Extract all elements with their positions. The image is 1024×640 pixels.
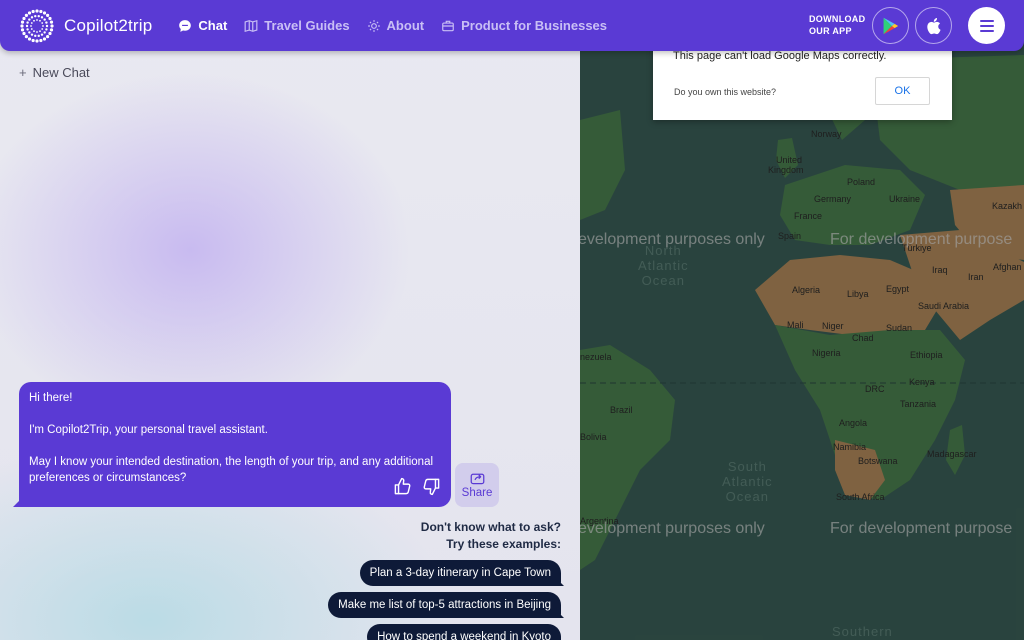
share-button[interactable]: Share: [455, 463, 499, 507]
assistant-greeting: Hi there!: [29, 392, 73, 404]
suggestions-title: Don't know what to ask? Try these exampl…: [420, 520, 561, 551]
google-play-icon: [883, 17, 899, 34]
chat-panel: + New Chat Hi there! I'm Copilot2Trip, y…: [0, 0, 580, 640]
new-chat-button[interactable]: + New Chat: [19, 65, 90, 80]
chip-tail: [554, 576, 564, 586]
sun-icon: [367, 19, 380, 32]
hamburger-icon: [979, 19, 994, 32]
dialog-message: This page can't load Google Maps correct…: [673, 50, 887, 62]
map-panel[interactable]: North Atlantic Ocean South Atlantic Ocean So…: [580, 0, 1024, 640]
nav-item-travel-guides[interactable]: Travel Guides: [244, 18, 350, 33]
suggestion-chip[interactable]: Make me list of top-5 attractions in Bei…: [328, 592, 561, 618]
share-icon: [470, 473, 484, 485]
nav-item-about[interactable]: About: [367, 18, 424, 33]
assistant-intro: I'm Copilot2Trip, your personal travel a…: [29, 424, 268, 436]
thumbs-up-icon[interactable]: [393, 477, 412, 501]
nav-item-product-for-businesses[interactable]: Product for Businesses: [441, 18, 607, 33]
hamburger-menu-button[interactable]: [968, 7, 1005, 44]
nav-item-chat[interactable]: Chat: [178, 18, 227, 33]
suggestion-chip[interactable]: Plan a 3-day itinerary in Cape Town: [359, 560, 561, 586]
main-nav: Chat Travel Guides About Product for Bus…: [178, 18, 624, 33]
apple-icon: [927, 17, 941, 34]
assistant-message-bubble: Hi there! I'm Copilot2Trip, your persona…: [19, 382, 451, 507]
chat-bubble-icon: [179, 19, 192, 32]
dialog-question: Do you own this website?: [674, 87, 777, 97]
share-label: Share: [461, 487, 493, 499]
logo-sunburst-icon: [20, 8, 54, 43]
top-header: Copilot2trip Chat Travel Guides About Pr…: [0, 0, 1024, 51]
map-icon: [244, 19, 258, 32]
bubble-tail: [13, 495, 25, 507]
assistant-question: May I know your intended destination, th…: [29, 456, 434, 484]
app-store-button[interactable]: [915, 7, 952, 44]
chip-tail: [554, 608, 564, 618]
new-chat-label: New Chat: [32, 65, 90, 80]
logo[interactable]: Copilot2trip: [20, 8, 153, 43]
dialog-ok-button[interactable]: OK: [875, 77, 930, 105]
logo-text: Copilot2trip: [64, 15, 153, 35]
briefcase-icon: [442, 20, 454, 31]
google-play-button[interactable]: [872, 7, 909, 44]
plus-icon: +: [19, 65, 27, 80]
suggestion-chip[interactable]: How to spend a weekend in Kyoto: [367, 624, 561, 640]
download-app-label: DOWNLOAD OUR APP: [809, 14, 866, 36]
thumbs-down-icon[interactable]: [422, 477, 441, 501]
